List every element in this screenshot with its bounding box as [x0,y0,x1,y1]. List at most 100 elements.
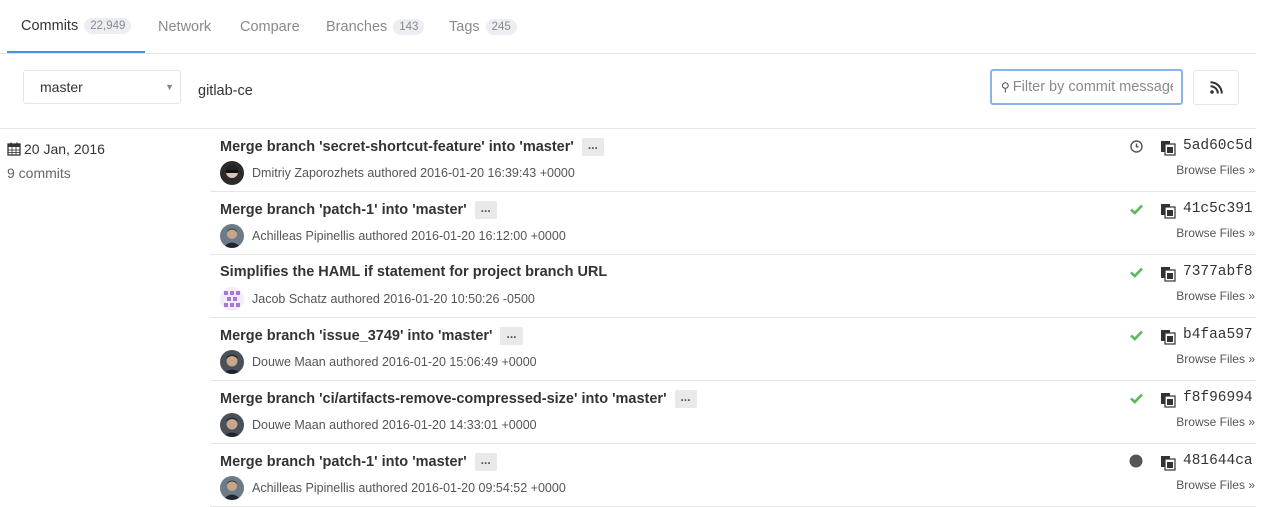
commit-list: Merge branch 'secret-shortcut-feature' i… [210,129,1256,507]
branch-select[interactable]: master ▼ [23,70,181,104]
commit-authored-date: authored 2016-01-20 16:39:43 +0000 [367,166,575,180]
calendar-icon [7,142,21,156]
commit-title: Simplifies the HAML if statement for pro… [220,264,607,280]
copy-icon[interactable] [1160,329,1176,345]
commit-title-link[interactable]: Merge branch 'ci/artifacts-remove-compre… [220,391,667,407]
commit-sha-link[interactable]: b4faa597 [1183,327,1253,343]
commit-title-link[interactable]: Merge branch 'issue_3749' into 'master' [220,328,492,344]
commit-title: Merge branch 'secret-shortcut-feature' i… [220,138,604,156]
pipeline-success-status[interactable] [1129,202,1143,216]
commit-author[interactable]: Dmitriy Zaporozhets [252,166,364,180]
commit-sha-link[interactable]: f8f96994 [1183,390,1253,406]
commit-author[interactable]: Douwe Maan [252,355,326,369]
commit-meta: Achilleas Pipinellis authored 2016-01-20… [220,224,566,248]
commit-sha-link[interactable]: 481644ca [1183,453,1253,469]
commits-toolbar: master ▼ gitlab-ce ⚲ [0,53,1256,129]
check-icon [1129,267,1143,278]
search-icon: ⚲ [1001,80,1010,94]
commit-title-link[interactable]: Merge branch 'secret-shortcut-feature' i… [220,139,574,155]
commit-sha-link[interactable]: 5ad60c5d [1183,138,1253,154]
commit-meta: Douwe Maan authored 2016-01-20 14:33:01 … [220,413,537,437]
commit-title-link[interactable]: Merge branch 'patch-1' into 'master' [220,454,467,470]
commit-filter-input[interactable] [1012,79,1173,95]
copy-icon[interactable] [1160,266,1176,282]
avatar[interactable] [220,287,244,311]
day-date-text: 20 Jan, 2016 [24,141,105,157]
commit-meta: Jacob Schatz authored 2016-01-20 10:50:2… [220,287,535,311]
commit-title-link[interactable]: Simplifies the HAML if statement for pro… [220,264,607,280]
commit-row: Merge branch 'secret-shortcut-feature' i… [210,129,1256,192]
tab-label: Compare [240,18,300,35]
commits-subnav: Commits 22,949 Network Compare Branches … [0,0,1256,54]
commit-filter-box[interactable]: ⚲ [990,69,1183,105]
tab-label: Branches [326,18,388,35]
pipeline-running-status[interactable] [1129,454,1143,468]
commit-sha-link[interactable]: 41c5c391 [1183,201,1253,217]
commit-sha-link[interactable]: 7377abf8 [1183,264,1253,280]
commit-title: Merge branch 'issue_3749' into 'master' … [220,327,523,345]
copy-icon[interactable] [1160,140,1176,156]
day-commit-count: 9 commits [7,165,71,181]
commit-author[interactable]: Douwe Maan [252,418,326,432]
check-icon [1129,330,1143,341]
browse-files-link[interactable]: Browse Files » [1176,289,1255,303]
tab-network[interactable]: Network [158,0,211,53]
tab-label: Tags [449,18,480,35]
branch-select-value: master [40,79,83,95]
check-icon [1129,204,1143,215]
commit-row: Merge branch 'patch-1' into 'master' ...… [210,192,1256,255]
commit-title-link[interactable]: Merge branch 'patch-1' into 'master' [220,202,467,218]
pipeline-pending-status[interactable] [1129,139,1143,153]
commit-authored-date: authored 2016-01-20 09:54:52 +0000 [358,481,566,495]
pipeline-success-status[interactable] [1129,265,1143,279]
commit-count-badge: 22,949 [84,17,132,34]
tab-tags[interactable]: Tags 245 [449,0,517,53]
commit-authored-date: authored 2016-01-20 16:12:00 +0000 [358,229,566,243]
toggle-description-button[interactable]: ... [500,327,523,345]
commit-meta: Achilleas Pipinellis authored 2016-01-20… [220,476,566,500]
commit-meta: Douwe Maan authored 2016-01-20 15:06:49 … [220,350,537,374]
project-name: gitlab-ce [198,83,253,99]
browse-files-link[interactable]: Browse Files » [1176,478,1255,492]
branch-count-badge: 143 [393,18,425,35]
tab-label: Commits [21,17,79,34]
toggle-description-button[interactable]: ... [474,201,497,219]
copy-icon[interactable] [1160,455,1176,471]
pipeline-success-status[interactable] [1129,328,1143,342]
tab-commits[interactable]: Commits 22,949 [7,0,146,53]
chevron-down-icon: ▼ [165,82,174,92]
commit-authored-date: authored 2016-01-20 14:33:01 +0000 [329,418,537,432]
browse-files-link[interactable]: Browse Files » [1176,163,1255,177]
commit-title: Merge branch 'ci/artifacts-remove-compre… [220,390,697,408]
browse-files-link[interactable]: Browse Files » [1176,226,1255,240]
avatar[interactable] [220,161,244,185]
toggle-description-button[interactable]: ... [674,390,697,408]
rss-feed-button[interactable] [1193,70,1239,105]
avatar[interactable] [220,413,244,437]
tab-label: Network [158,18,212,35]
copy-icon[interactable] [1160,392,1176,408]
commit-author[interactable]: Achilleas Pipinellis [252,481,355,495]
commit-author[interactable]: Jacob Schatz [252,292,327,306]
tag-count-badge: 245 [485,18,517,35]
commit-row: Merge branch 'issue_3749' into 'master' … [210,318,1256,381]
commit-authored-date: authored 2016-01-20 15:06:49 +0000 [329,355,537,369]
commit-row: Simplifies the HAML if statement for pro… [210,255,1256,318]
browse-files-link[interactable]: Browse Files » [1176,352,1255,366]
commit-author[interactable]: Achilleas Pipinellis [252,229,355,243]
tab-branches[interactable]: Branches 143 [326,0,425,53]
browse-files-link[interactable]: Browse Files » [1176,415,1255,429]
commit-row: Merge branch 'patch-1' into 'master' ...… [210,444,1256,507]
avatar[interactable] [220,224,244,248]
avatar[interactable] [220,476,244,500]
toggle-description-button[interactable]: ... [581,138,604,156]
commit-title: Merge branch 'patch-1' into 'master' ... [220,201,497,219]
rss-icon [1209,81,1223,94]
copy-icon[interactable] [1160,203,1176,219]
day-date: 20 Jan, 2016 [7,141,105,157]
avatar[interactable] [220,350,244,374]
pipeline-success-status[interactable] [1129,391,1143,405]
toggle-description-button[interactable]: ... [474,453,497,471]
tab-compare[interactable]: Compare [240,0,300,53]
day-group-header: 20 Jan, 2016 9 commits [7,141,105,181]
